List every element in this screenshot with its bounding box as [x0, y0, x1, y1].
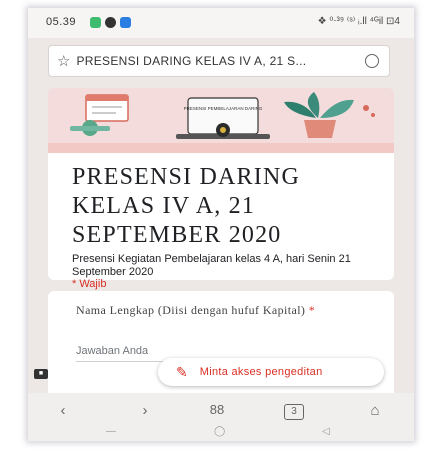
banner-text: PRESENSI PEMBELAJARAN DARING: [184, 106, 263, 111]
pencil-icon: ✎: [176, 363, 188, 380]
request-edit-access-label: Minta akses pengeditan: [199, 366, 323, 378]
forward-icon[interactable]: ›: [130, 402, 160, 419]
tabs-icon[interactable]: 3: [284, 404, 304, 420]
url-text[interactable]: PRESENSI DARING KELAS IV A, 21 S...: [76, 54, 306, 68]
question-text: Nama Lengkap (Diisi dengan hufuf Kapital…: [76, 303, 306, 317]
menu-icon[interactable]: 88: [202, 402, 232, 417]
answer-input[interactable]: Jawaban Anda: [76, 345, 148, 357]
form-title: PRESENSI DARING KELAS IV A, 21 SEPTEMBER…: [72, 164, 301, 248]
phone-screen: 05.39 ❖ ⁰⋅³⁹ ⁽ˢ⁾ ᵢ.ll ⁴ᴳil ⊡4 ☆ PRESENSI…: [28, 8, 414, 441]
app-icon: [90, 17, 101, 28]
system-home-icon[interactable]: ◯: [214, 426, 225, 437]
form-description: Presensi Kegiatan Pembelajaran kelas 4 A…: [72, 253, 351, 278]
reload-icon[interactable]: [365, 54, 379, 68]
home-icon[interactable]: ⌂: [360, 402, 390, 419]
address-bar[interactable]: ☆ PRESENSI DARING KELAS IV A, 21 S...: [48, 45, 390, 77]
recents-icon[interactable]: —: [106, 426, 116, 437]
app-icon: [120, 17, 131, 28]
status-time: 05.39: [46, 16, 77, 28]
required-asterisk: *: [308, 303, 316, 317]
question-label: Nama Lengkap (Diisi dengan hufuf Kapital…: [76, 303, 326, 318]
required-note: * Wajib: [72, 278, 107, 290]
status-right-icons: ❖ ⁰⋅³⁹ ⁽ˢ⁾ ᵢ.ll ⁴ᴳil ⊡4: [317, 16, 400, 27]
back-icon[interactable]: ‹: [48, 402, 78, 419]
status-bar: 05.39 ❖ ⁰⋅³⁹ ⁽ˢ⁾ ᵢ.ll ⁴ᴳil ⊡4: [28, 8, 414, 38]
form-header-image: PRESENSI PEMBELAJARAN DARING: [48, 88, 394, 143]
system-back-icon[interactable]: ◁: [322, 426, 330, 437]
app-icon: [105, 17, 116, 28]
banner-illustration: PRESENSI PEMBELAJARAN DARING: [70, 92, 375, 139]
request-edit-access-button[interactable]: ✎ Minta akses pengeditan: [158, 358, 384, 386]
notification-icons: [90, 17, 131, 28]
chat-icon[interactable]: ■: [34, 369, 48, 379]
form-header-card: PRESENSI DARING KELAS IV A, 21 SEPTEMBER…: [48, 143, 394, 290]
star-icon[interactable]: ☆: [57, 52, 70, 70]
system-nav-bar: — ◯ ◁: [28, 426, 414, 441]
